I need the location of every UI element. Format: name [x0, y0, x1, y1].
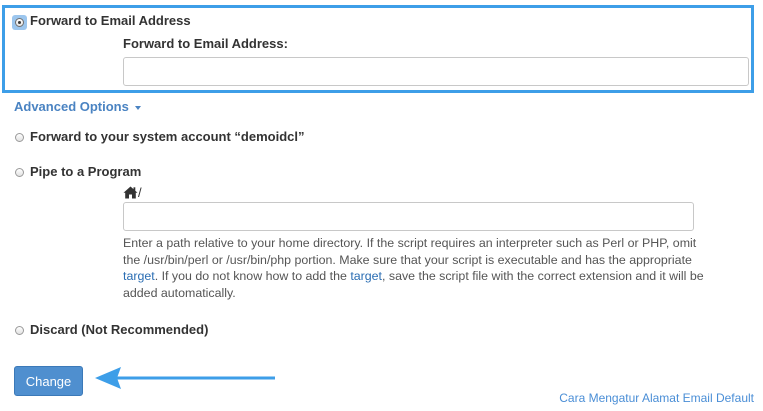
option-forward-system-label: Forward to your system account “demoidcl…	[30, 129, 305, 144]
advanced-options-label: Advanced Options	[14, 99, 129, 114]
option-pipe-program-label: Pipe to a Program	[30, 164, 142, 179]
change-button[interactable]: Change	[14, 366, 83, 396]
radio-forward-email[interactable]	[15, 18, 24, 27]
target-link-1[interactable]: target	[123, 269, 155, 283]
radio-forward-system[interactable]	[15, 133, 24, 142]
radio-discard[interactable]	[15, 326, 24, 335]
forward-email-input[interactable]	[123, 57, 749, 86]
pipe-help-text: Enter a path relative to your home direc…	[123, 235, 713, 301]
target-link-2[interactable]: target	[350, 269, 382, 283]
caret-down-icon	[134, 105, 141, 110]
advanced-options-toggle[interactable]: Advanced Options	[14, 99, 141, 114]
home-path-slash: /	[138, 185, 142, 200]
option-forward-email-label: Forward to Email Address	[30, 13, 191, 28]
help-text-part-1: Enter a path relative to your home direc…	[123, 236, 697, 267]
footer-help-link[interactable]: Cara Mengatur Alamat Email Default	[559, 391, 754, 405]
arrow-left-icon	[95, 367, 275, 389]
forward-email-field-label: Forward to Email Address:	[123, 36, 288, 51]
help-text-part-2: . If you do not know how to add the	[154, 269, 351, 283]
radio-pipe-program[interactable]	[15, 168, 24, 177]
pipe-program-input[interactable]	[123, 202, 694, 231]
home-path-prefix: /	[123, 185, 142, 201]
option-discard-label: Discard (Not Recommended)	[30, 322, 209, 337]
home-icon	[123, 186, 138, 199]
